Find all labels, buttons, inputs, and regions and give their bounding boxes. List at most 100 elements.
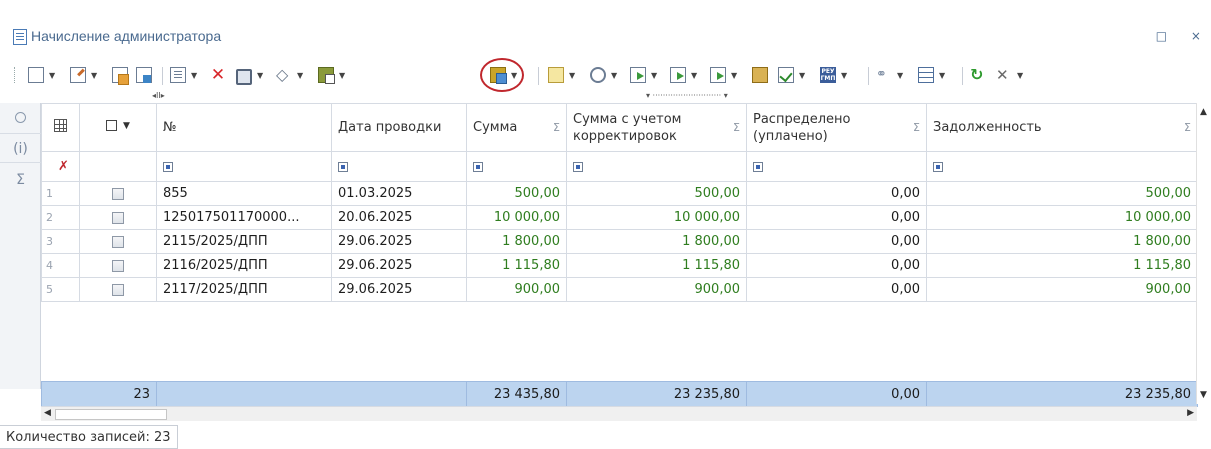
cell-debt: 1 800,00 bbox=[926, 229, 1198, 254]
note-button[interactable]: ▼ bbox=[548, 64, 575, 86]
column-header-date[interactable]: Дата проводки bbox=[331, 103, 467, 152]
chevron-down-icon[interactable]: ▼ bbox=[799, 71, 805, 80]
column-label: Задолженность bbox=[933, 120, 1042, 135]
cell-date: 29.06.2025 bbox=[331, 229, 467, 254]
column-header-sum[interactable]: Сумма Σ bbox=[466, 103, 567, 152]
filter-num[interactable] bbox=[156, 151, 332, 182]
chevron-down-icon[interactable]: ▼ bbox=[611, 71, 617, 80]
row-checkbox[interactable] bbox=[79, 181, 157, 206]
cell-sum: 900,00 bbox=[466, 277, 567, 302]
cell-sum-adjusted: 900,00 bbox=[566, 277, 747, 302]
table-row[interactable]: 2 125017501170000... 20.06.2025 10 000,0… bbox=[41, 205, 1198, 230]
cell-num: 2117/2025/ДПП bbox=[156, 277, 332, 302]
vertical-scrollbar[interactable]: ▲ ▼ bbox=[1196, 103, 1211, 404]
print-button[interactable]: ▼ bbox=[236, 64, 263, 86]
column-label: Дата проводки bbox=[338, 120, 442, 135]
row-checkbox[interactable] bbox=[79, 277, 157, 302]
filter-date[interactable] bbox=[331, 151, 467, 182]
row-checkbox[interactable] bbox=[79, 229, 157, 254]
filter-debt[interactable] bbox=[926, 151, 1198, 182]
clear-filter-icon[interactable]: ✗ bbox=[41, 151, 80, 182]
totals-band: 23 23 435,80 23 235,80 0,00 23 235,80 bbox=[40, 381, 1211, 407]
toolbar-grip[interactable] bbox=[14, 67, 17, 83]
table-row[interactable]: 5 2117/2025/ДПП 29.06.2025 900,00 900,00… bbox=[41, 277, 1198, 302]
chevron-down-icon[interactable]: ▼ bbox=[691, 71, 697, 80]
scroll-up-icon[interactable]: ▲ bbox=[1200, 107, 1207, 117]
cell-date: 20.06.2025 bbox=[331, 205, 467, 230]
chevron-down-icon[interactable]: ▼ bbox=[731, 71, 737, 80]
table-row[interactable]: 3 2115/2025/ДПП 29.06.2025 1 800,00 1 80… bbox=[41, 229, 1198, 254]
column-label: Сумма с учетом корректировок bbox=[573, 111, 682, 144]
chevron-down-icon[interactable]: ▼ bbox=[49, 71, 55, 80]
cell-debt: 900,00 bbox=[926, 277, 1198, 302]
empty-area bbox=[42, 302, 1198, 376]
export-button[interactable]: ▼ bbox=[670, 64, 697, 86]
column-label: Распределено (уплачено) bbox=[753, 111, 851, 144]
chevron-down-icon[interactable]: ▼ bbox=[939, 71, 945, 80]
paste-button[interactable]: ▼ bbox=[318, 64, 345, 86]
report-button[interactable] bbox=[752, 64, 768, 86]
column-header-num[interactable]: № bbox=[156, 103, 332, 152]
copy-record-button[interactable] bbox=[112, 64, 129, 86]
eraser-icon: ◇ bbox=[276, 65, 289, 84]
row-checkbox[interactable] bbox=[79, 205, 157, 230]
settings-button[interactable]: ✕ ▼ bbox=[996, 64, 1023, 86]
search-button[interactable]: ▼ bbox=[590, 64, 617, 86]
copy-link-icon bbox=[136, 67, 152, 83]
gmp-button[interactable]: РЕУ ГМП ▼ bbox=[820, 64, 847, 86]
edit-record-button[interactable]: ▼ bbox=[70, 64, 97, 86]
scroll-mid-marker[interactable]: ▾ ··························· ▾ bbox=[646, 91, 728, 100]
new-document-icon bbox=[28, 67, 44, 83]
filter-sum-adjusted[interactable] bbox=[566, 151, 747, 182]
chevron-down-icon[interactable]: ▼ bbox=[897, 71, 903, 80]
column-header-sum-adjusted[interactable]: Сумма с учетом корректировок Σ bbox=[566, 103, 747, 152]
table-view-button[interactable]: ▼ bbox=[918, 64, 945, 86]
clear-button[interactable]: ◇ ▼ bbox=[276, 64, 303, 86]
chevron-down-icon[interactable]: ▼ bbox=[297, 71, 303, 80]
row-checkbox[interactable] bbox=[79, 253, 157, 278]
column-header-distributed[interactable]: Распределено (уплачено) Σ bbox=[746, 103, 927, 152]
approve-button[interactable]: ▼ bbox=[778, 64, 805, 86]
scroll-right-icon[interactable]: ▶ bbox=[1187, 408, 1194, 418]
chevron-down-icon[interactable]: ▼ bbox=[569, 71, 575, 80]
cell-sum: 10 000,00 bbox=[466, 205, 567, 230]
window-controls[interactable]: □ × bbox=[1156, 29, 1211, 43]
report-icon bbox=[752, 67, 768, 83]
grid-settings-button[interactable] bbox=[41, 103, 80, 152]
search-panel-button[interactable] bbox=[0, 103, 41, 133]
column-label: № bbox=[163, 120, 177, 135]
table-row[interactable]: 1 855 01.03.2025 500,00 500,00 0,00 500,… bbox=[41, 181, 1198, 206]
view-button[interactable]: ▼ bbox=[170, 64, 197, 86]
chevron-down-icon[interactable]: ▼ bbox=[257, 71, 263, 80]
copy-link-button[interactable] bbox=[136, 64, 152, 86]
scroll-down-icon[interactable]: ▼ bbox=[1200, 390, 1207, 400]
highlight-circle bbox=[480, 58, 524, 92]
chevron-down-icon[interactable]: ▼ bbox=[841, 71, 847, 80]
record-count: Количество записей: 23 bbox=[0, 425, 178, 449]
scroll-left-icon[interactable]: ◀ bbox=[44, 408, 51, 418]
refresh-button[interactable]: ↻ bbox=[970, 64, 986, 86]
checkbox-icon bbox=[112, 283, 124, 296]
scroll-thumb[interactable] bbox=[55, 409, 167, 420]
horizontal-scrollbar[interactable]: ◀ ▶ bbox=[41, 406, 1197, 421]
delete-button[interactable]: ✕ bbox=[210, 64, 226, 86]
sum-panel-button[interactable]: Σ bbox=[0, 165, 41, 195]
filter-distributed[interactable] bbox=[746, 151, 927, 182]
send-button[interactable]: ▼ bbox=[710, 64, 737, 86]
forward-button[interactable]: ▼ bbox=[630, 64, 657, 86]
filter-icon bbox=[338, 161, 348, 172]
search-icon bbox=[590, 67, 606, 83]
chevron-down-icon[interactable]: ▼ bbox=[91, 71, 97, 80]
chevron-down-icon[interactable]: ▼ bbox=[651, 71, 657, 80]
select-all-dropdown[interactable]: ▼ bbox=[79, 103, 157, 152]
info-panel-button[interactable]: (i) bbox=[0, 133, 41, 163]
column-header-debt[interactable]: Задолженность Σ bbox=[926, 103, 1198, 152]
chevron-down-icon[interactable]: ▼ bbox=[191, 71, 197, 80]
new-record-button[interactable]: ▼ bbox=[28, 64, 55, 86]
scroll-left-marker[interactable]: ◂II▸ bbox=[152, 91, 165, 100]
table-row[interactable]: 4 2116/2025/ДПП 29.06.2025 1 115,80 1 11… bbox=[41, 253, 1198, 278]
chevron-down-icon[interactable]: ▼ bbox=[1017, 71, 1023, 80]
filter-sum[interactable] bbox=[466, 151, 567, 182]
chevron-down-icon[interactable]: ▼ bbox=[339, 71, 345, 80]
links-button[interactable]: ⚭ ▼ bbox=[876, 64, 903, 86]
